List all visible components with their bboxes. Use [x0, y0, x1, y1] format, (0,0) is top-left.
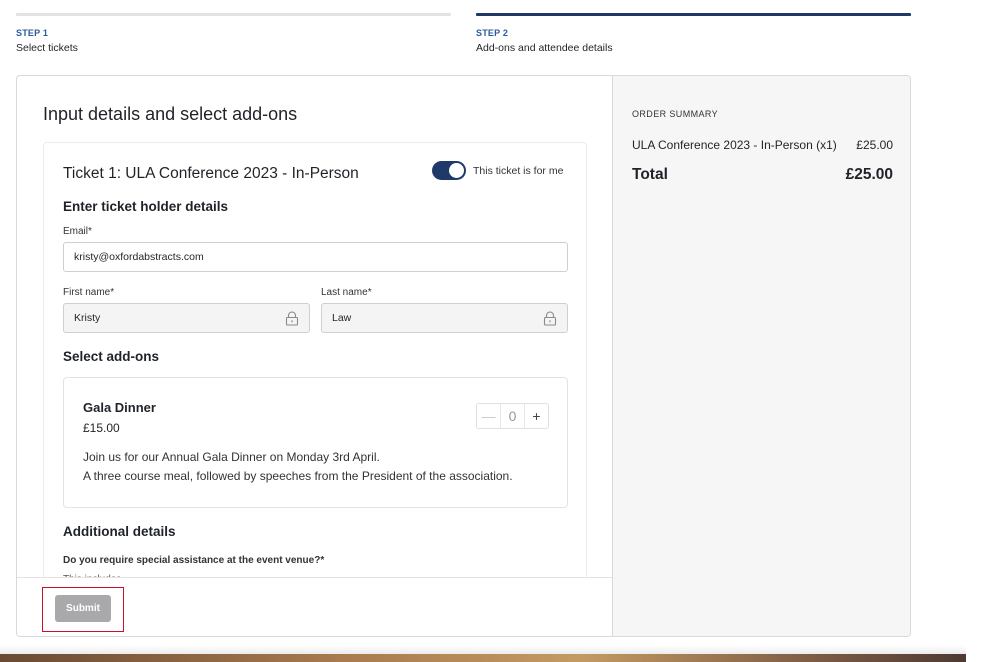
addon-description: Join us for our Annual Gala Dinner on Mo… — [83, 448, 513, 486]
ticket-card: Ticket 1: ULA Conference 2023 - In-Perso… — [43, 142, 587, 582]
step-1: STEP 1 Select tickets — [16, 13, 451, 54]
lock-icon — [543, 311, 557, 326]
step-2-title: Add-ons and attendee details — [476, 42, 613, 54]
quantity-value: 0 — [508, 408, 517, 424]
addon-gala-dinner: Gala Dinner £15.00 — 0 + Join us for our… — [63, 377, 568, 508]
step-1-number: STEP 1 — [16, 28, 49, 38]
order-summary-heading: ORDER SUMMARY — [632, 109, 719, 119]
special-assistance-question: Do you require special assistance at the… — [63, 555, 325, 566]
total-value: £25.00 — [845, 166, 893, 183]
last-name-label: Last name* — [321, 287, 372, 298]
addon-price: £15.00 — [83, 421, 120, 435]
toggle-knob — [449, 163, 464, 178]
step-2-number: STEP 2 — [476, 28, 509, 38]
increment-button[interactable]: + — [524, 404, 548, 428]
step-1-title: Select tickets — [16, 42, 78, 54]
lock-icon — [285, 311, 299, 326]
holder-details-heading: Enter ticket holder details — [63, 199, 229, 214]
first-name-label: First name* — [63, 287, 115, 298]
step-2-progress-bar — [476, 13, 911, 16]
details-panel: Input details and select add-ons Ticket … — [17, 76, 612, 636]
step-2: STEP 2 Add-ons and attendee details — [476, 13, 911, 54]
first-name-value: Kristy — [74, 312, 101, 324]
addons-heading: Select add-ons — [63, 349, 160, 364]
form-footer: Submit — [17, 577, 612, 636]
email-label: Email* — [63, 226, 92, 237]
first-name-field[interactable]: Kristy — [63, 303, 310, 333]
toggle-label: This ticket is for me — [473, 165, 564, 177]
last-name-value: Law — [332, 312, 352, 324]
ticket-title: Ticket 1: ULA Conference 2023 - In-Perso… — [63, 165, 359, 182]
checkout-card: Input details and select add-ons Ticket … — [16, 75, 911, 637]
checkout-stepper: STEP 1 Select tickets STEP 2 Add-ons and… — [16, 13, 911, 63]
addon-description-line-1: Join us for our Annual Gala Dinner on Mo… — [83, 450, 380, 464]
submit-button[interactable]: Submit — [55, 595, 111, 622]
decrement-button[interactable]: — — [477, 404, 501, 428]
summary-item-price: £25.00 — [856, 138, 893, 152]
order-summary-panel: ORDER SUMMARY ULA Conference 2023 - In-P… — [612, 76, 910, 636]
total-label: Total — [632, 166, 668, 183]
page-bottom-shadow — [0, 645, 966, 654]
page-title: Input details and select add-ons — [43, 104, 298, 124]
email-field[interactable]: kristy@oxfordabstracts.com — [63, 242, 568, 272]
last-name-field[interactable]: Law — [321, 303, 568, 333]
additional-details-heading: Additional details — [63, 524, 176, 539]
background-strip — [0, 654, 966, 662]
step-1-progress-bar — [16, 13, 451, 16]
quantity-stepper: — 0 + — [476, 403, 549, 429]
ticket-for-me-toggle[interactable] — [432, 161, 466, 180]
addon-name: Gala Dinner — [83, 400, 156, 415]
summary-item-name: ULA Conference 2023 - In-Person (x1) — [632, 138, 837, 152]
addon-description-line-2: A three course meal, followed by speeche… — [83, 469, 513, 483]
